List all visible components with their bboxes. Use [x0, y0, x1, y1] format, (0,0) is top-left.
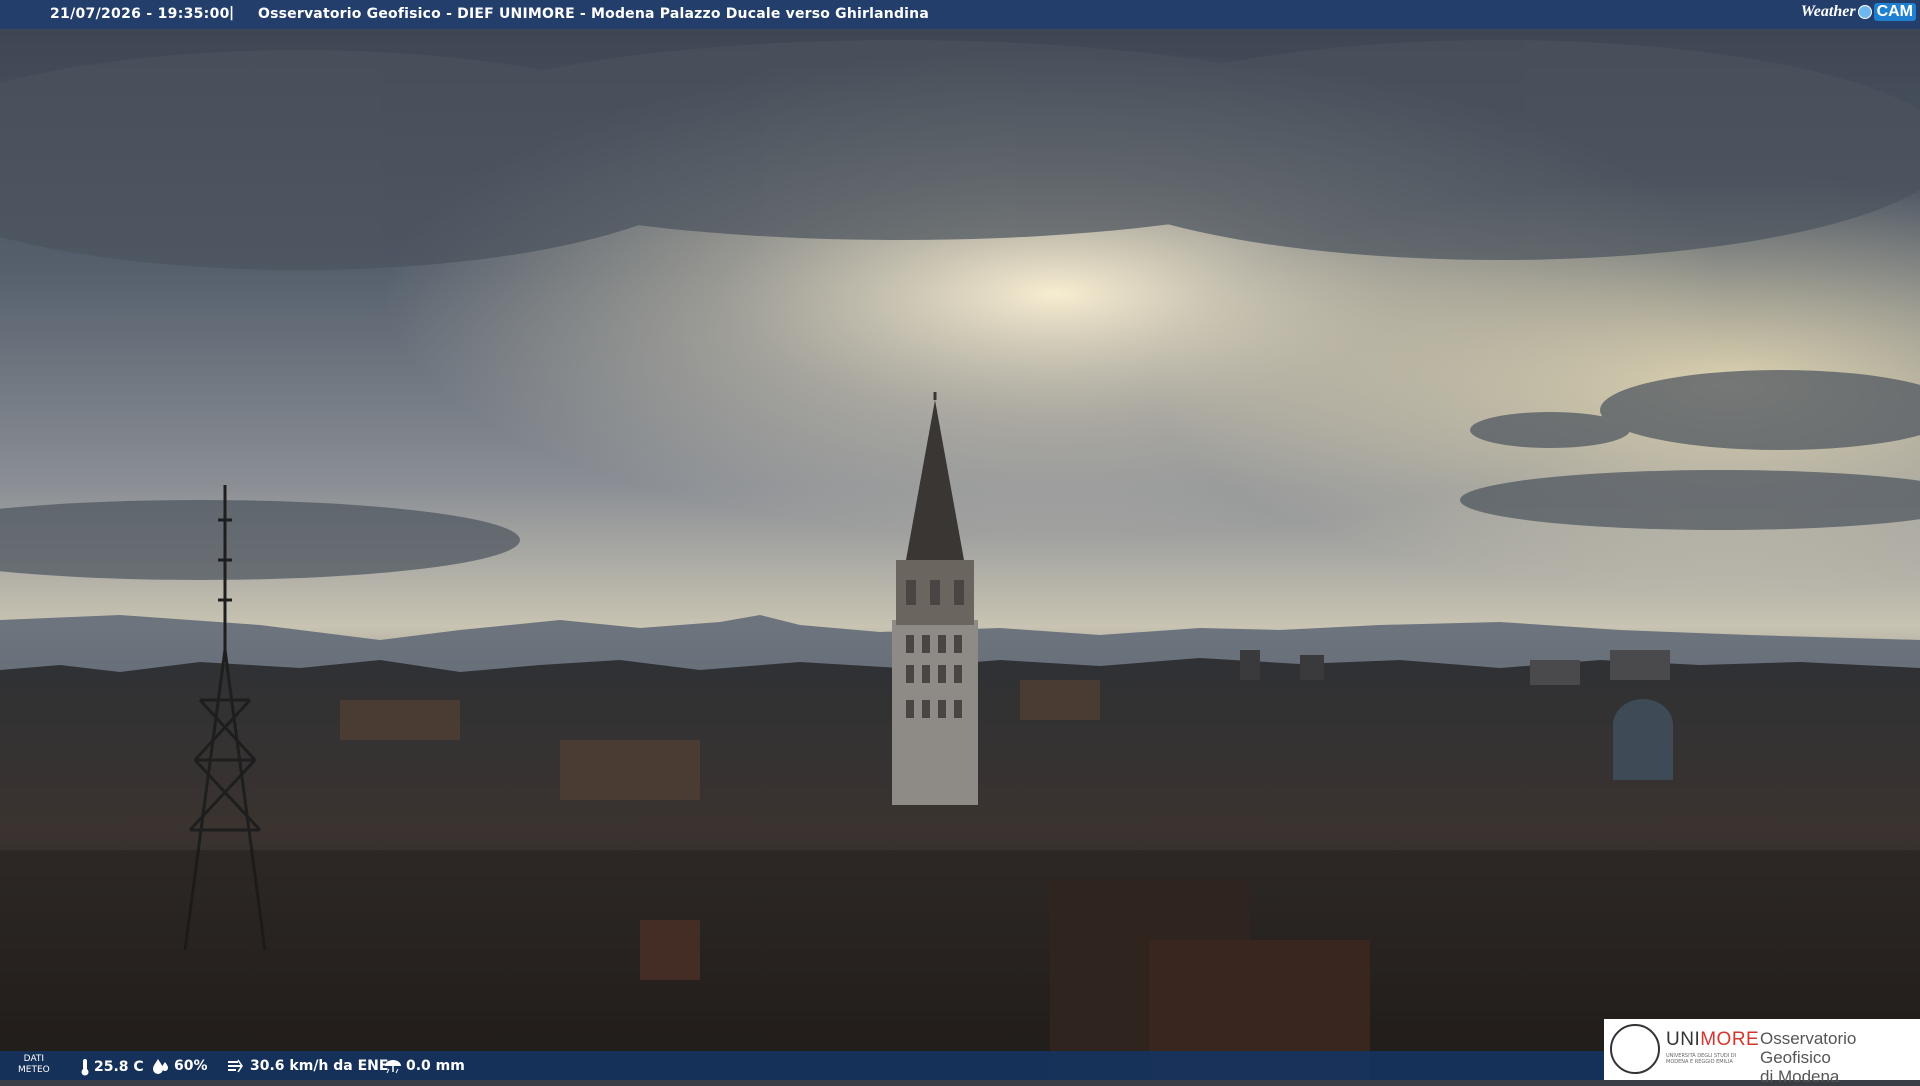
- humidity-icon: [153, 1059, 168, 1074]
- thermometer-icon: [81, 1059, 89, 1076]
- top-info-bar: 21/07/2026 - 19:35:00 | Osservatorio Geo…: [0, 0, 1920, 29]
- unimore-subtitle: UNIVERSITÀ DEGLI STUDI DI MODENA E REGGI…: [1666, 1053, 1737, 1065]
- humidity-value: 60%: [174, 1058, 208, 1074]
- unimore-seal-icon: [1610, 1024, 1660, 1074]
- webcam-scene: [0, 0, 1920, 1080]
- dati-label: DATI: [23, 1054, 45, 1064]
- wind-icon: [228, 1059, 243, 1073]
- uni-prefix: UNI: [1666, 1029, 1701, 1050]
- meteo-label: METEO: [18, 1065, 50, 1075]
- wind-value: 30.6 km/h da ENE: [250, 1058, 389, 1074]
- rain-metric: 0.0 mm: [384, 1058, 465, 1074]
- uni-suffix: MORE: [1700, 1029, 1760, 1050]
- brand-weather: Weather: [1800, 3, 1856, 20]
- observatory-name: Osservatorio Geofisico di Modena: [1760, 1029, 1920, 1086]
- weathercam-logo: Weather CAM: [1801, 3, 1916, 21]
- timestamp: 21/07/2026 - 19:35:00: [50, 6, 230, 22]
- brand-cam: CAM: [1873, 3, 1916, 21]
- temperature-metric: 25.8 C: [80, 1058, 144, 1076]
- unimore-wordmark: UNIMORE: [1666, 1029, 1759, 1051]
- rain-icon: [385, 1060, 401, 1074]
- unimore-logo: UNIMORE UNIVERSITÀ DEGLI STUDI DI MODENA…: [1604, 1019, 1920, 1086]
- dati-meteo-label: DATI METEO: [18, 1054, 50, 1076]
- observatory-line-1: Osservatorio Geofisico: [1760, 1029, 1857, 1067]
- separator: |: [229, 5, 235, 21]
- brand-dot-icon: [1857, 5, 1872, 19]
- temperature-value: 25.8 C: [94, 1059, 144, 1075]
- observatory-line-2: di Modena: [1760, 1067, 1840, 1086]
- rain-value: 0.0 mm: [406, 1058, 465, 1074]
- wind-metric: 30.6 km/h da ENE: [226, 1058, 388, 1074]
- church-dome: [1613, 699, 1673, 780]
- camera-caption: Osservatorio Geofisico - DIEF UNIMORE - …: [258, 6, 929, 22]
- weather-data-bar: DATI METEO 25.8 C 60% 30.6 km/h da ENE 0…: [0, 1051, 1604, 1080]
- humidity-metric: 60%: [152, 1058, 208, 1074]
